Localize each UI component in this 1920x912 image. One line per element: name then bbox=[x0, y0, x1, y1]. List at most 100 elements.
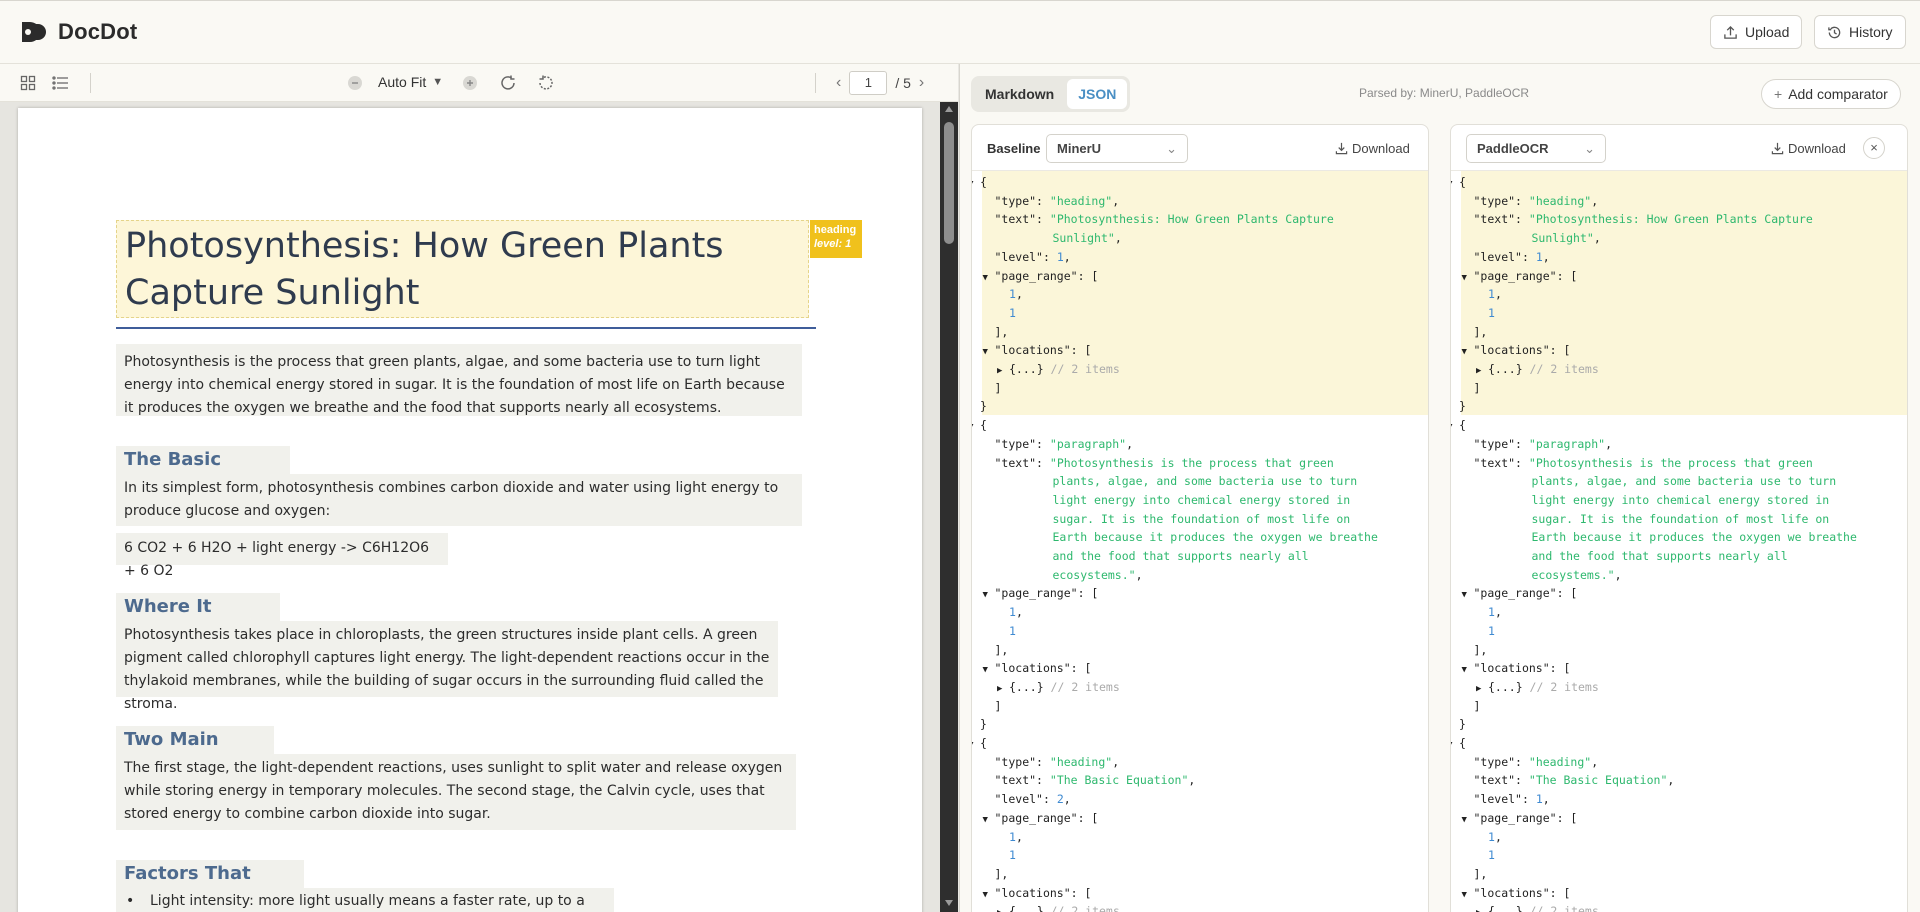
upload-button[interactable]: Upload bbox=[1710, 15, 1803, 49]
code-token: "locations": [ bbox=[994, 885, 1092, 900]
code-token: { bbox=[1459, 175, 1466, 189]
collapse-toggle-icon[interactable]: ▼ bbox=[983, 886, 995, 905]
collapse-toggle-icon[interactable]: ▼ bbox=[972, 175, 980, 194]
history-icon bbox=[1828, 26, 1841, 38]
block-paragraph-equation[interactable]: In its simplest form, photosynthesis com… bbox=[116, 474, 802, 526]
zoom-in-icon[interactable] bbox=[462, 75, 478, 91]
code-line: 1 bbox=[1009, 622, 1016, 641]
code-token: , bbox=[1605, 436, 1612, 451]
code-line: 1, bbox=[1009, 603, 1023, 622]
download-button[interactable]: Download bbox=[1335, 141, 1410, 156]
collapse-toggle-icon[interactable]: ▼ bbox=[1451, 736, 1459, 755]
add-comparator-button[interactable]: + Add comparator bbox=[1761, 79, 1901, 109]
code-token: "text": bbox=[1473, 455, 1529, 470]
expand-toggle-icon[interactable]: ▶ bbox=[997, 904, 1009, 912]
collapse-toggle-icon[interactable]: ▼ bbox=[983, 269, 995, 288]
collapse-toggle-icon[interactable]: ▼ bbox=[972, 418, 980, 437]
code-token: 1 bbox=[1488, 287, 1495, 302]
download-button[interactable]: Download bbox=[1771, 141, 1846, 156]
json-code-view[interactable]: ▼{"type": "heading","text": "Photosynthe… bbox=[1451, 171, 1907, 912]
code-token: "Photosynthesis is the process that gree… bbox=[1528, 455, 1813, 470]
scrollbar-thumb[interactable] bbox=[944, 122, 954, 244]
block-formula[interactable]: 6 CO2 + 6 H2O + light energy -> C6H12O6 … bbox=[116, 533, 448, 579]
block-paragraph-stages[interactable]: The first stage, the light-dependent rea… bbox=[116, 754, 796, 830]
code-token: ], bbox=[1473, 866, 1488, 881]
download-icon bbox=[1771, 142, 1784, 155]
code-token: "heading" bbox=[1049, 754, 1113, 769]
block-heading-equation[interactable]: The Basic Equation bbox=[116, 446, 290, 496]
code-token: 1 bbox=[1009, 605, 1016, 620]
block-heading-title[interactable]: Photosynthesis: How Green Plants Capture… bbox=[116, 220, 809, 318]
close-comparator-icon[interactable]: × bbox=[1863, 137, 1885, 159]
rotate-counterclockwise-icon[interactable] bbox=[536, 73, 556, 93]
expand-toggle-icon[interactable]: ▶ bbox=[1476, 904, 1488, 912]
code-token: "type": bbox=[994, 193, 1050, 208]
comparator-parser-select[interactable]: PaddleOCR ⌄ bbox=[1466, 134, 1606, 163]
list-item-text: Light intensity: more light usually mean… bbox=[150, 893, 585, 909]
block-heading-stages[interactable]: Two Main Stages bbox=[116, 726, 274, 776]
code-token: } bbox=[1459, 717, 1466, 732]
collapse-toggle-icon[interactable]: ▼ bbox=[1451, 418, 1459, 437]
collapse-toggle-icon[interactable]: ▼ bbox=[1462, 586, 1474, 605]
collapse-toggle-icon[interactable]: ▼ bbox=[1462, 661, 1474, 680]
collapse-toggle-icon[interactable]: ▼ bbox=[972, 736, 980, 755]
collapse-toggle-icon[interactable]: ▼ bbox=[983, 811, 995, 830]
zoom-out-icon[interactable] bbox=[347, 75, 363, 91]
block-paragraph-where[interactable]: Photosynthesis takes place in chloroplas… bbox=[116, 621, 778, 712]
code-token: plants, algae, and some bacteria use to … bbox=[1052, 474, 1358, 489]
collapse-toggle-icon[interactable]: ▼ bbox=[983, 586, 995, 605]
code-token: , bbox=[1494, 605, 1502, 620]
tab-markdown[interactable]: Markdown bbox=[974, 79, 1065, 109]
history-button[interactable]: History bbox=[1814, 15, 1906, 49]
chevron-down-icon: ⌄ bbox=[1584, 141, 1595, 156]
scroll-up-arrow-icon[interactable] bbox=[945, 106, 953, 112]
block-heading-where[interactable]: Where It Happens bbox=[116, 593, 280, 643]
code-line: ▼ "locations": [ bbox=[1462, 341, 1571, 360]
download-label: Download bbox=[1788, 141, 1846, 156]
collapse-toggle-icon[interactable]: ▼ bbox=[1462, 811, 1474, 830]
collapse-toggle-icon[interactable]: ▼ bbox=[1462, 343, 1474, 362]
block-list-item[interactable]: • Light intensity: more light usually me… bbox=[116, 888, 614, 912]
prev-page-icon[interactable]: ‹ bbox=[836, 74, 841, 92]
code-token: "page_range": [ bbox=[994, 586, 1099, 601]
code-token: ], bbox=[994, 642, 1009, 657]
outline-list-icon[interactable] bbox=[50, 73, 70, 93]
document-canvas[interactable]: Photosynthesis: How Green Plants Capture… bbox=[0, 102, 958, 912]
code-token: // 2 items bbox=[1050, 679, 1120, 694]
zoom-select[interactable]: Auto Fit ▼ bbox=[378, 74, 443, 90]
scroll-down-arrow-icon[interactable] bbox=[945, 900, 953, 906]
code-line: plants, algae, and some bacteria use to … bbox=[1532, 472, 1837, 491]
comparison-pane: Markdown JSON Parsed by: MinerU, PaddleO… bbox=[961, 64, 1920, 912]
page-number-input[interactable]: 1 bbox=[849, 71, 888, 95]
collapse-toggle-icon[interactable]: ▼ bbox=[1462, 886, 1474, 905]
bullet-dot: • bbox=[126, 893, 135, 909]
block-heading-factors[interactable]: Factors That Affect It bbox=[116, 860, 304, 910]
code-line: 1 bbox=[1009, 846, 1016, 865]
code-line: ▼ "page_range": [ bbox=[1462, 809, 1578, 828]
block-paragraph-intro[interactable]: Photosynthesis is the process that green… bbox=[116, 344, 802, 416]
code-token: { bbox=[1459, 736, 1466, 750]
code-token: ] bbox=[994, 380, 1002, 395]
app-logo[interactable]: DocDot bbox=[20, 18, 137, 46]
code-line: "type": "paragraph", bbox=[995, 435, 1134, 454]
code-line: "level": 1, bbox=[995, 248, 1071, 267]
grid-view-icon[interactable] bbox=[18, 73, 38, 93]
baseline-parser-select[interactable]: MinerU ⌄ bbox=[1046, 134, 1188, 163]
code-line: plants, algae, and some bacteria use to … bbox=[1053, 472, 1358, 491]
collapse-toggle-icon[interactable]: ▼ bbox=[983, 343, 995, 362]
rotate-clockwise-icon[interactable] bbox=[498, 73, 518, 93]
next-page-icon[interactable]: › bbox=[919, 74, 924, 92]
code-line: 1 bbox=[1488, 846, 1495, 865]
code-token: light energy into chemical energy stored… bbox=[1052, 492, 1351, 507]
viewer-scrollbar[interactable] bbox=[940, 102, 958, 912]
collapse-toggle-icon[interactable]: ▼ bbox=[1462, 269, 1474, 288]
tab-json[interactable]: JSON bbox=[1067, 79, 1128, 109]
code-token: "Photosynthesis is the process that gree… bbox=[1049, 455, 1334, 470]
code-token: , bbox=[1126, 436, 1133, 451]
collapse-toggle-icon[interactable]: ▼ bbox=[1451, 175, 1459, 194]
code-line: "text": "The Basic Equation", bbox=[1474, 771, 1675, 790]
output-format-tabs: Markdown JSON bbox=[971, 76, 1131, 112]
code-line: ▼{ bbox=[1451, 173, 1466, 192]
collapse-toggle-icon[interactable]: ▼ bbox=[983, 661, 995, 680]
json-code-view[interactable]: ▼{"type": "heading","text": "Photosynthe… bbox=[972, 171, 1428, 912]
